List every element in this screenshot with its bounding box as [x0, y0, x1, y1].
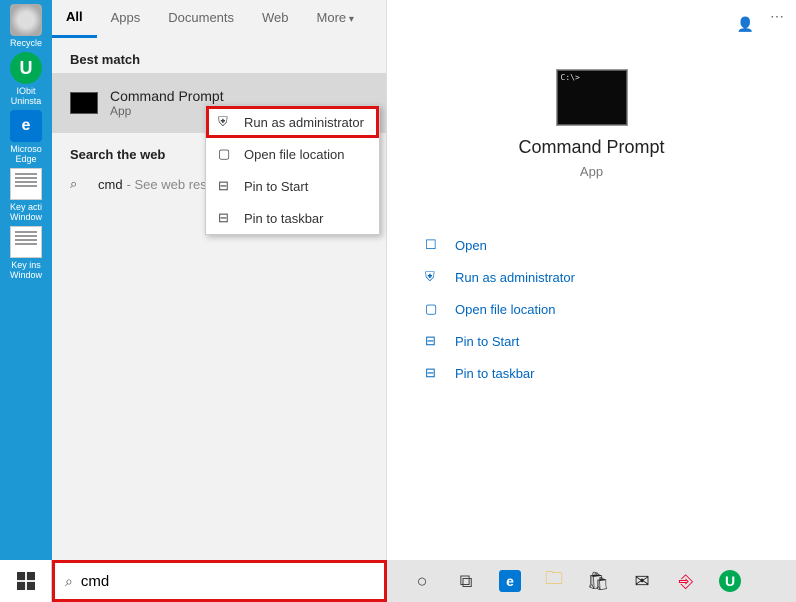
- desktop-icon-recycle[interactable]: Recycle: [4, 4, 48, 48]
- tab-more[interactable]: More: [303, 0, 368, 38]
- detail-actions: ☐ Open ⛨ Run as administrator ▢ Open fil…: [387, 229, 796, 389]
- desktop-icon-doc1[interactable]: Key acti Window: [4, 168, 48, 222]
- detail-panel: 👤 ⋯ Command Prompt App ☐ Open ⛨ Run as a…: [387, 0, 796, 560]
- windows-logo-icon: [17, 572, 35, 590]
- pin-taskbar-icon: ⊟: [425, 365, 447, 381]
- file-explorer-icon[interactable]: 🗀: [543, 570, 565, 592]
- shield-icon: ⛨: [218, 114, 236, 130]
- tab-all[interactable]: All: [52, 0, 97, 38]
- web-result-hint: - See web resul: [127, 177, 217, 192]
- taskbar-iobit-icon[interactable]: U: [719, 570, 741, 592]
- folder-icon: ▢: [425, 301, 447, 317]
- shield-icon: ⛨: [425, 269, 447, 285]
- tab-documents[interactable]: Documents: [154, 0, 248, 38]
- more-options-icon[interactable]: ⋯: [770, 8, 786, 25]
- user-icon[interactable]: 👤: [725, 6, 766, 43]
- action-open[interactable]: ☐ Open: [387, 229, 796, 261]
- task-view-icon[interactable]: ⧉: [455, 570, 477, 592]
- action-run-admin[interactable]: ⛨ Run as administrator: [387, 261, 796, 293]
- tab-web[interactable]: Web: [248, 0, 303, 38]
- desktop-strip: Recycle U IObit Uninsta e Microso Edge K…: [0, 0, 52, 560]
- action-open-location[interactable]: ▢ Open file location: [387, 293, 796, 325]
- recycle-bin-icon: [10, 4, 42, 36]
- mail-icon[interactable]: ✉: [631, 570, 653, 592]
- folder-icon: ▢: [218, 146, 236, 162]
- search-tabs: All Apps Documents Web More: [52, 0, 386, 38]
- store-icon[interactable]: 🛍: [587, 570, 609, 592]
- detail-title: Command Prompt: [387, 137, 796, 158]
- context-pin-taskbar[interactable]: ⊟ Pin to taskbar: [206, 202, 379, 234]
- pin-icon: ⊟: [218, 178, 236, 194]
- taskbar-tray: ○ ⧉ e 🗀 🛍 ✉ ⎆ U: [387, 560, 796, 602]
- pin-taskbar-icon: ⊟: [218, 210, 236, 226]
- search-icon: ⌕: [65, 573, 73, 590]
- context-pin-start[interactable]: ⊟ Pin to Start: [206, 170, 379, 202]
- best-match-title: Command Prompt: [110, 88, 224, 104]
- search-icon: ⌕: [70, 176, 86, 192]
- iobit-icon: U: [10, 52, 42, 84]
- tab-apps[interactable]: Apps: [97, 0, 155, 38]
- cmd-icon: [70, 92, 98, 114]
- pin-icon: ⊟: [425, 333, 447, 349]
- taskbar-edge-icon[interactable]: e: [499, 570, 521, 592]
- taskbar: ⌕ ○ ⧉ e 🗀 🛍 ✉ ⎆ U: [0, 560, 796, 602]
- context-run-admin[interactable]: ⛨ Run as administrator: [206, 106, 379, 138]
- action-pin-taskbar[interactable]: ⊟ Pin to taskbar: [387, 357, 796, 389]
- action-pin-start[interactable]: ⊟ Pin to Start: [387, 325, 796, 357]
- desktop-icon-iobit[interactable]: U IObit Uninsta: [4, 52, 48, 106]
- cortana-icon[interactable]: ○: [411, 570, 433, 592]
- document-icon: [10, 168, 42, 200]
- document-icon: [10, 226, 42, 258]
- open-icon: ☐: [425, 237, 447, 253]
- search-input[interactable]: [81, 573, 374, 590]
- desktop-icon-edge[interactable]: e Microso Edge: [4, 110, 48, 164]
- app-preview-icon: [557, 70, 627, 125]
- desktop-icon-doc2[interactable]: Key ins Window: [4, 226, 48, 280]
- start-button[interactable]: [0, 560, 52, 602]
- office-icon[interactable]: ⎆: [675, 570, 697, 592]
- start-search-panel: All Apps Documents Web More Best match C…: [52, 0, 387, 560]
- web-result-query: cmd: [98, 177, 123, 192]
- context-open-location[interactable]: ▢ Open file location: [206, 138, 379, 170]
- edge-icon: e: [10, 110, 42, 142]
- best-match-label: Best match: [52, 38, 386, 73]
- context-menu: ⛨ Run as administrator ▢ Open file locat…: [205, 105, 380, 235]
- taskbar-search[interactable]: ⌕: [52, 560, 387, 602]
- detail-subtitle: App: [387, 164, 796, 179]
